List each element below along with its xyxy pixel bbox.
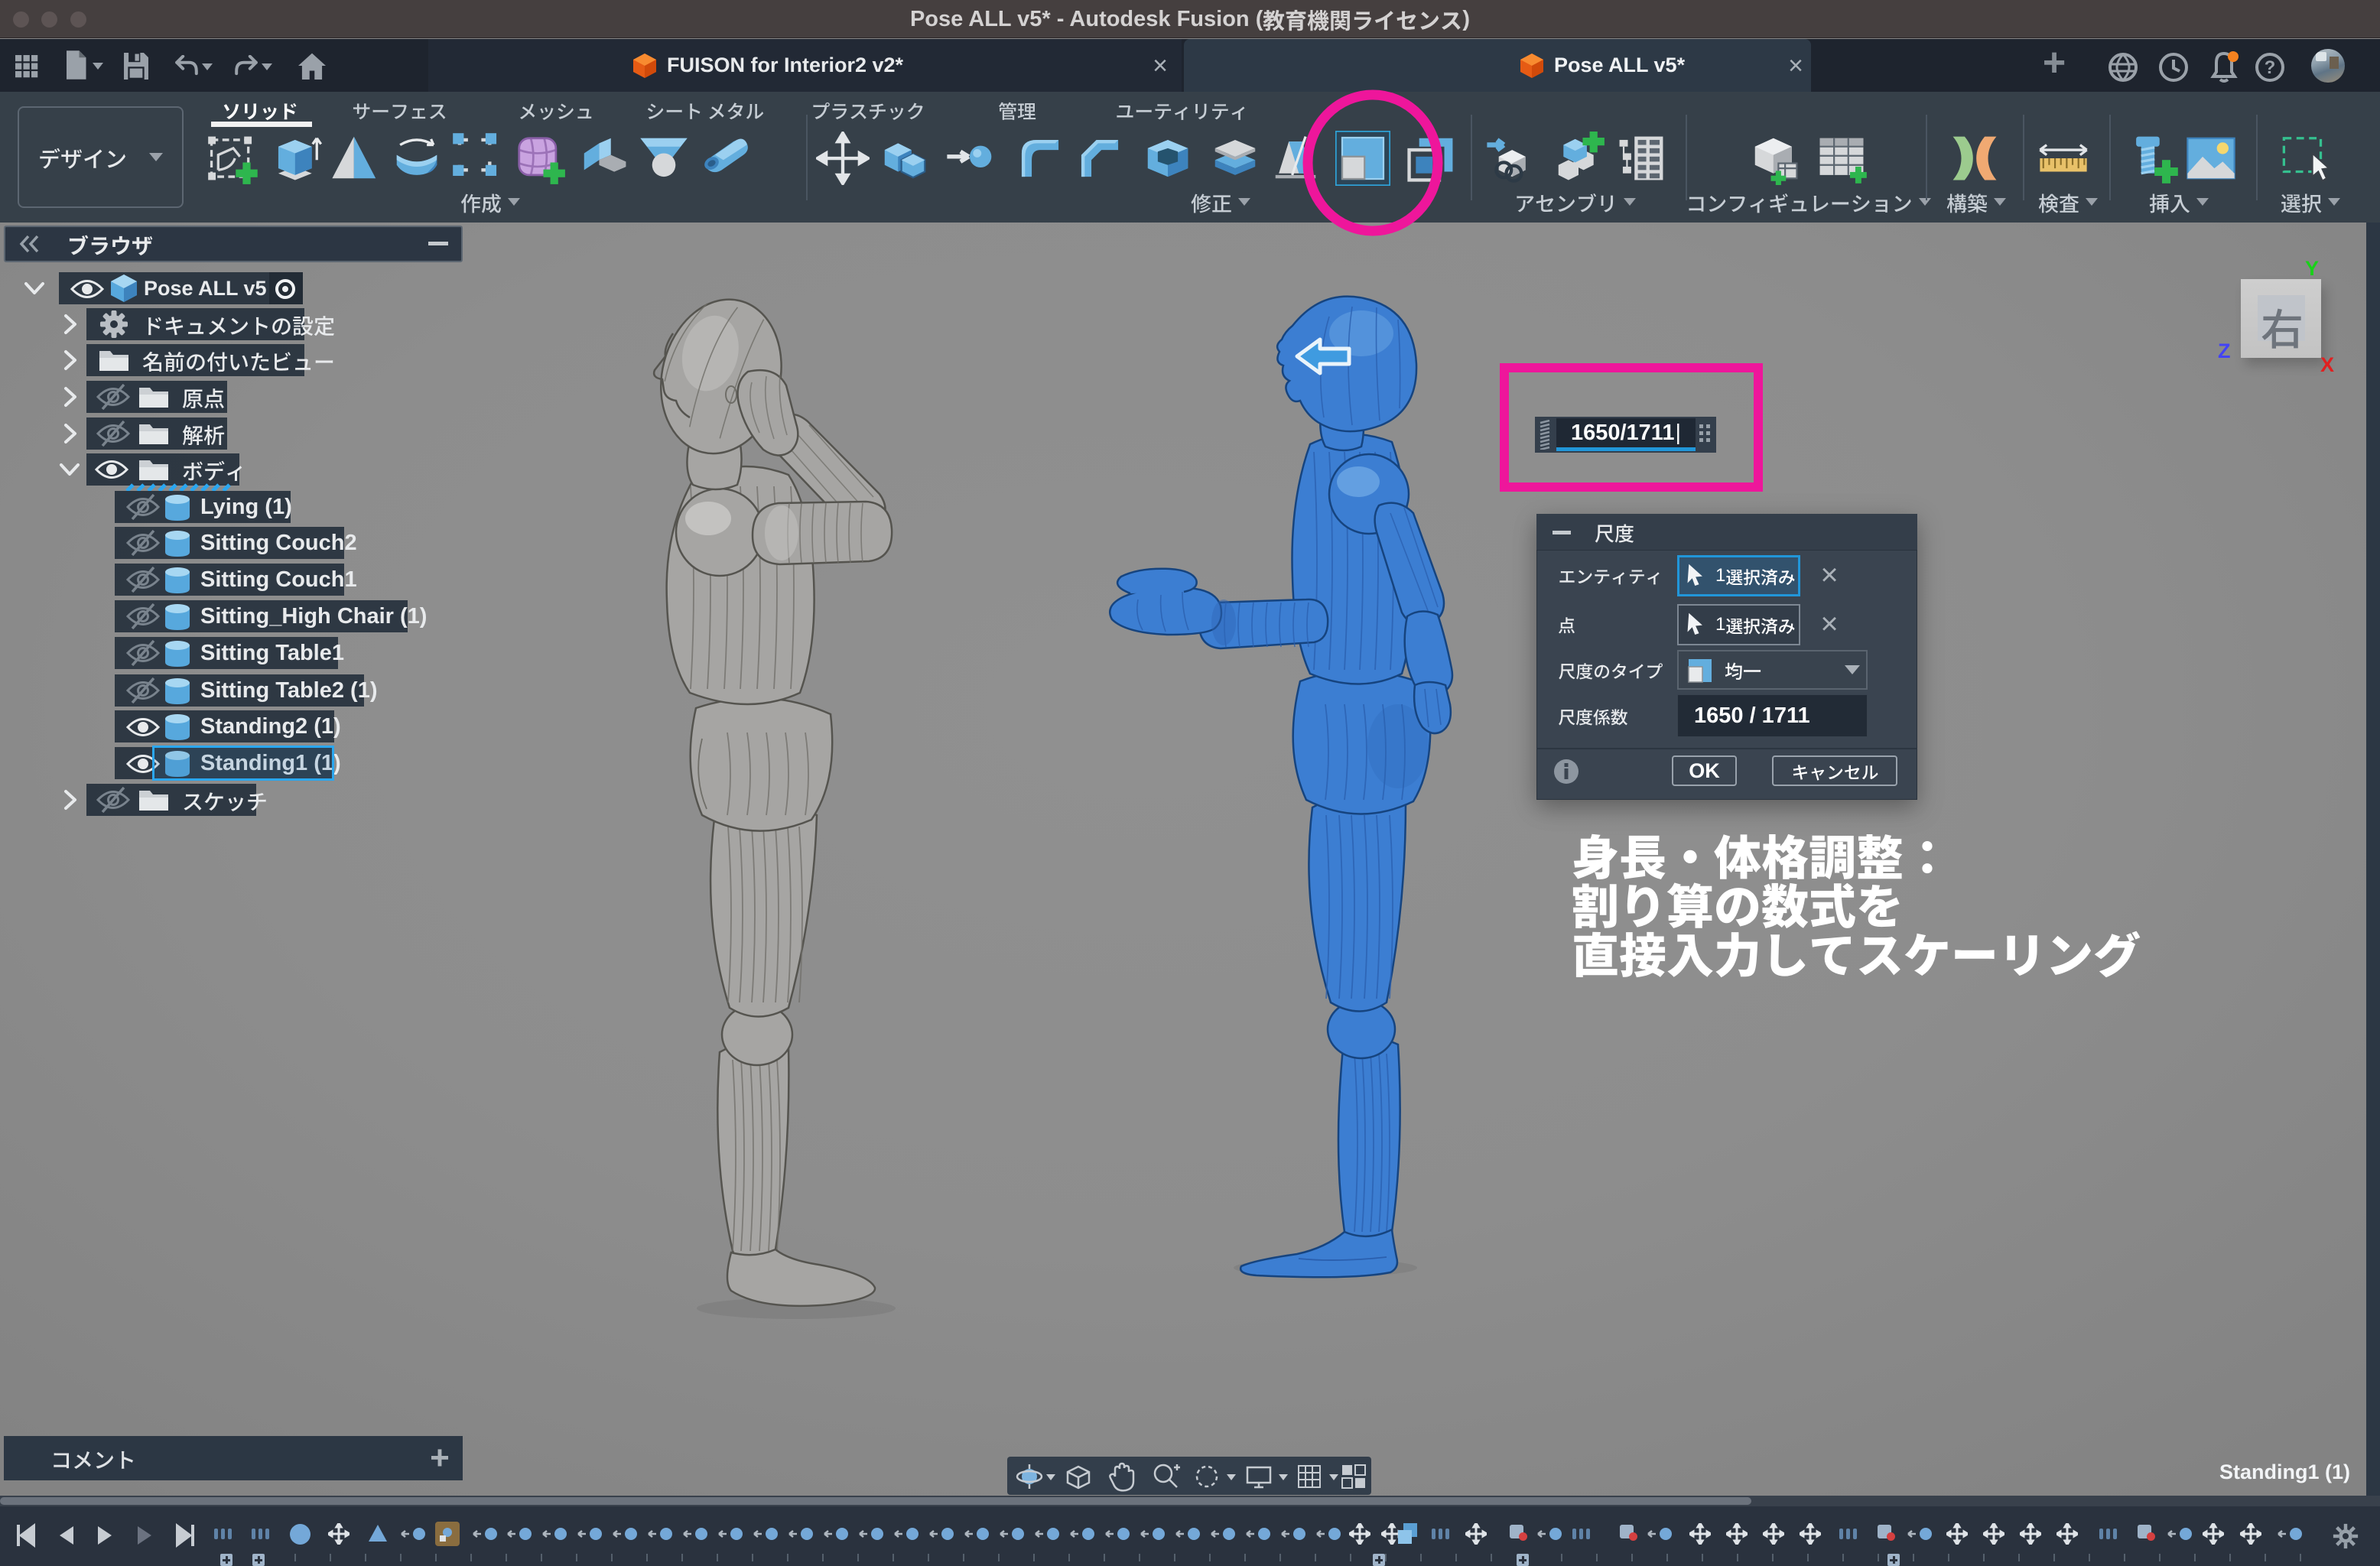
svg-text:?: ? [2265, 57, 2276, 78]
